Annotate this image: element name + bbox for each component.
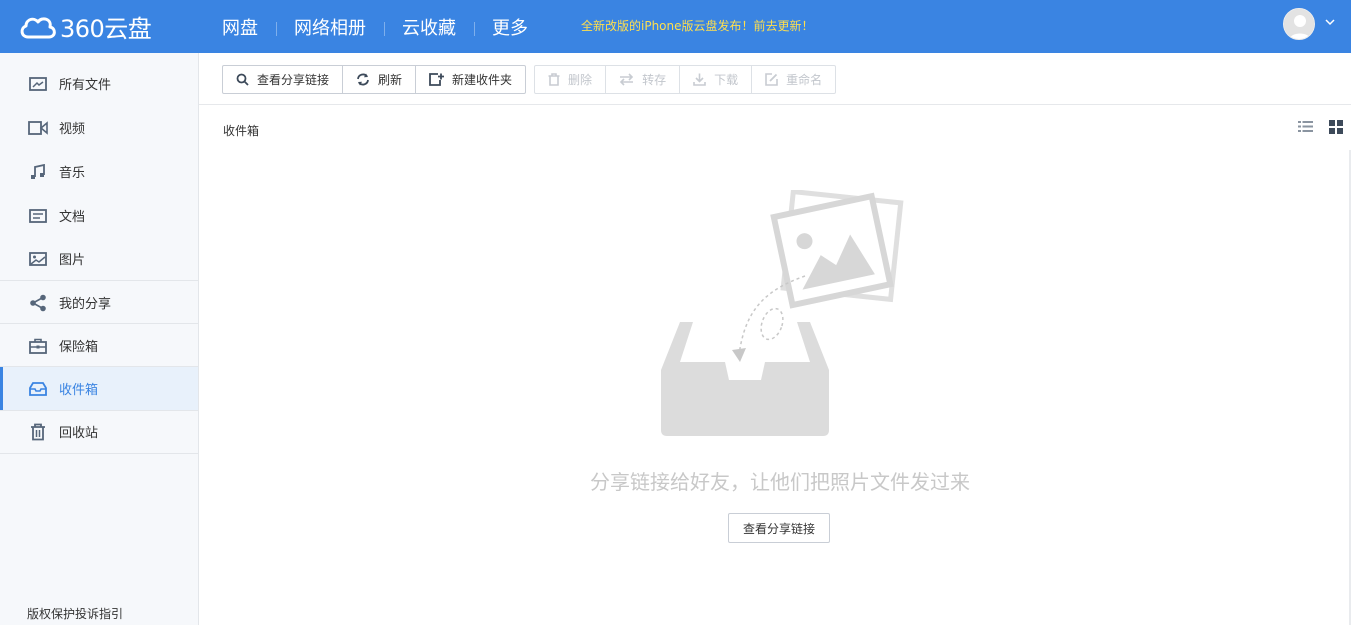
breadcrumb: 收件箱: [223, 124, 260, 138]
download-button[interactable]: 下载: [679, 66, 751, 93]
new-folder-button[interactable]: 新建收件夹: [415, 66, 525, 93]
sidebar-item-label: 图片: [59, 253, 86, 268]
update-notice-link[interactable]: 全新改版的iPhone版云盘发布！前去更新！: [581, 17, 814, 34]
copyright-complaint-link[interactable]: 版权保护投诉指引: [27, 605, 123, 622]
toolbar-actions: 查看分享链接 刷新 新建收件夹: [222, 65, 527, 94]
top-bar: 360云盘 网盘 网络相册 云收藏 更多 全新改版的iPhone版云盘发布！前去…: [0, 0, 1351, 53]
view-share-link-button[interactable]: 查看分享链接: [223, 66, 342, 93]
new-folder-icon: [429, 73, 445, 86]
toolbar-file-actions: 删除 转存 下载 重命名: [534, 65, 837, 94]
nav-favorites[interactable]: 云收藏: [384, 14, 474, 40]
rename-icon: [765, 73, 778, 86]
empty-state-message: 分享链接给好友，让他们把照片文件发过来: [590, 470, 970, 494]
document-icon: [28, 206, 48, 226]
sidebar-item-safe[interactable]: 保险箱: [0, 324, 198, 367]
sidebar-item-label: 收件箱: [59, 383, 99, 398]
nav-album[interactable]: 网络相册: [276, 14, 384, 40]
video-icon: [28, 118, 48, 138]
toolbar-divider: [199, 104, 1351, 105]
refresh-button[interactable]: 刷新: [342, 66, 415, 93]
cloud-logo-icon: [20, 17, 56, 39]
rename-button[interactable]: 重命名: [751, 66, 835, 93]
new-folder-label: 新建收件夹: [452, 73, 513, 87]
avatar[interactable]: [1283, 8, 1315, 40]
rename-label: 重命名: [786, 73, 823, 87]
sidebar-item-music[interactable]: 音乐: [0, 150, 198, 193]
inbox-icon: [28, 379, 48, 399]
sidebar-item-my-shares[interactable]: 我的分享: [0, 281, 198, 324]
refresh-label: 刷新: [378, 73, 403, 87]
delete-label: 删除: [568, 73, 593, 87]
toolbar: 查看分享链接 刷新 新建收件夹 删除 转存 下载 重命名: [222, 65, 844, 94]
delete-button[interactable]: 删除: [535, 66, 605, 93]
sidebar-item-label: 文档: [59, 210, 86, 225]
download-icon: [693, 73, 706, 86]
nav-more[interactable]: 更多: [474, 14, 546, 40]
transfer-label: 转存: [642, 73, 667, 87]
view-share-link-label: 查看分享链接: [257, 73, 330, 87]
grid-view-icon[interactable]: [1329, 120, 1343, 134]
sidebar-item-inbox[interactable]: 收件箱: [0, 367, 198, 410]
sidebar: 所有文件 视频 音乐 文档 图片 我的分享 保险箱 收件箱 回收站 版权保护投诉…: [0, 53, 199, 625]
sidebar-item-video[interactable]: 视频: [0, 106, 198, 149]
logo-text: 360云盘: [60, 14, 152, 43]
sidebar-item-recycle-bin[interactable]: 回收站: [0, 410, 198, 453]
list-view-icon[interactable]: [1298, 120, 1313, 133]
sidebar-item-label: 回收站: [59, 426, 99, 441]
music-icon: [28, 162, 48, 182]
transfer-icon: [619, 73, 634, 86]
sidebar-item-all-files[interactable]: 所有文件: [0, 62, 198, 105]
refresh-icon: [356, 73, 370, 86]
trash-icon: [548, 73, 560, 86]
sidebar-item-label: 我的分享: [59, 297, 112, 312]
sidebar-item-label: 所有文件: [59, 78, 112, 93]
chevron-down-icon[interactable]: [1324, 16, 1336, 28]
transfer-button[interactable]: 转存: [605, 66, 679, 93]
logo[interactable]: 360云盘: [18, 8, 152, 44]
safe-icon: [28, 336, 48, 356]
sidebar-item-label: 视频: [59, 122, 86, 137]
empty-view-share-link-button[interactable]: 查看分享链接: [728, 513, 830, 543]
main-nav: 网盘 网络相册 云收藏 更多: [204, 0, 546, 53]
trash-icon: [28, 422, 48, 442]
sidebar-item-documents[interactable]: 文档: [0, 194, 198, 237]
sidebar-divider: [0, 453, 198, 454]
nav-netdisk[interactable]: 网盘: [204, 14, 276, 40]
empty-inbox-illustration: [661, 190, 904, 436]
sidebar-item-pictures[interactable]: 图片: [0, 237, 198, 280]
share-icon: [28, 293, 48, 313]
user-avatar-icon: [1284, 9, 1314, 39]
all-files-icon: [28, 74, 48, 94]
search-icon: [236, 73, 249, 86]
picture-icon: [28, 249, 48, 269]
sidebar-item-label: 音乐: [59, 166, 86, 181]
download-label: 下载: [714, 73, 739, 87]
sidebar-item-label: 保险箱: [59, 340, 99, 355]
